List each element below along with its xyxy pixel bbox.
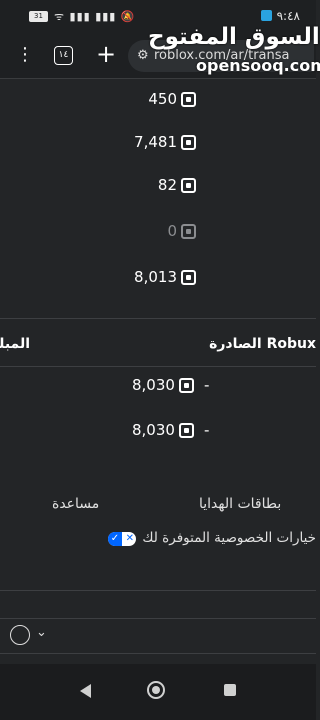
- balance-value: 8,013: [134, 268, 177, 286]
- site-settings-icon[interactable]: ⚙: [137, 48, 149, 63]
- check-icon: ✓: [108, 532, 122, 546]
- robux-icon: [181, 269, 196, 285]
- privacy-toggle-icon[interactable]: ✓ ✕: [108, 532, 136, 546]
- robux-icon: [178, 377, 194, 393]
- back-icon[interactable]: [80, 684, 91, 698]
- balance-value: 0: [167, 222, 177, 240]
- robux-icon: [181, 223, 196, 239]
- watermark-latin: opensooq.com: [196, 56, 320, 75]
- privacy-choices-link[interactable]: خيارات الخصوصية المتوفرة لك: [106, 530, 316, 546]
- robux-icon: [178, 422, 194, 438]
- amount-header: المبلغ: [0, 336, 30, 352]
- status-icons: ᯤ ▮▮▮ ▮▮▮ 🔕: [54, 10, 136, 23]
- balance-value: 7,481: [134, 133, 177, 151]
- balance-value: 450: [148, 90, 177, 108]
- new-tab-button[interactable]: +: [96, 40, 116, 68]
- balance-row: 7,481: [134, 133, 196, 151]
- status-time: ٩:٤٨: [276, 9, 300, 23]
- menu-icon[interactable]: ⋮: [16, 44, 34, 66]
- robux-icon: [181, 91, 196, 107]
- watermark-arabic: السوق المفتوح: [148, 24, 320, 50]
- help-link[interactable]: مساعدة: [52, 496, 99, 512]
- outgoing-row: 8,030 -: [132, 376, 209, 394]
- close-icon: ✕: [125, 533, 134, 544]
- language-selector[interactable]: ⌄: [0, 618, 316, 654]
- outgoing-row: 8,030 -: [132, 421, 209, 439]
- gift-cards-link[interactable]: بطاقات الهدايا: [199, 496, 281, 512]
- robux-icon: [181, 134, 196, 150]
- tabs-icon[interactable]: ١٤: [54, 46, 73, 65]
- outgoing-robux-header: Robux الصادرة: [209, 336, 316, 352]
- system-nav-bar: [0, 664, 316, 720]
- chevron-down-icon: ⌄: [36, 625, 47, 640]
- balance-value: 82: [157, 176, 177, 194]
- footer-divider: [0, 590, 316, 591]
- battery-icon: 31: [29, 11, 48, 22]
- outgoing-value: 8,030: [132, 376, 175, 394]
- telegram-icon: [261, 10, 272, 21]
- balance-row: 0: [167, 222, 196, 240]
- minus-sign: -: [203, 421, 210, 439]
- header-divider: [0, 366, 316, 367]
- globe-icon: [10, 625, 30, 645]
- recents-icon[interactable]: [224, 684, 236, 696]
- minus-sign: -: [203, 376, 210, 394]
- robux-icon: [181, 177, 196, 193]
- balance-row: 450: [148, 90, 196, 108]
- section-divider: [0, 318, 316, 319]
- home-icon[interactable]: [147, 681, 165, 699]
- balance-total-row: 8,013: [134, 268, 196, 286]
- outgoing-value: 8,030: [132, 421, 175, 439]
- balance-row: 82: [158, 176, 196, 194]
